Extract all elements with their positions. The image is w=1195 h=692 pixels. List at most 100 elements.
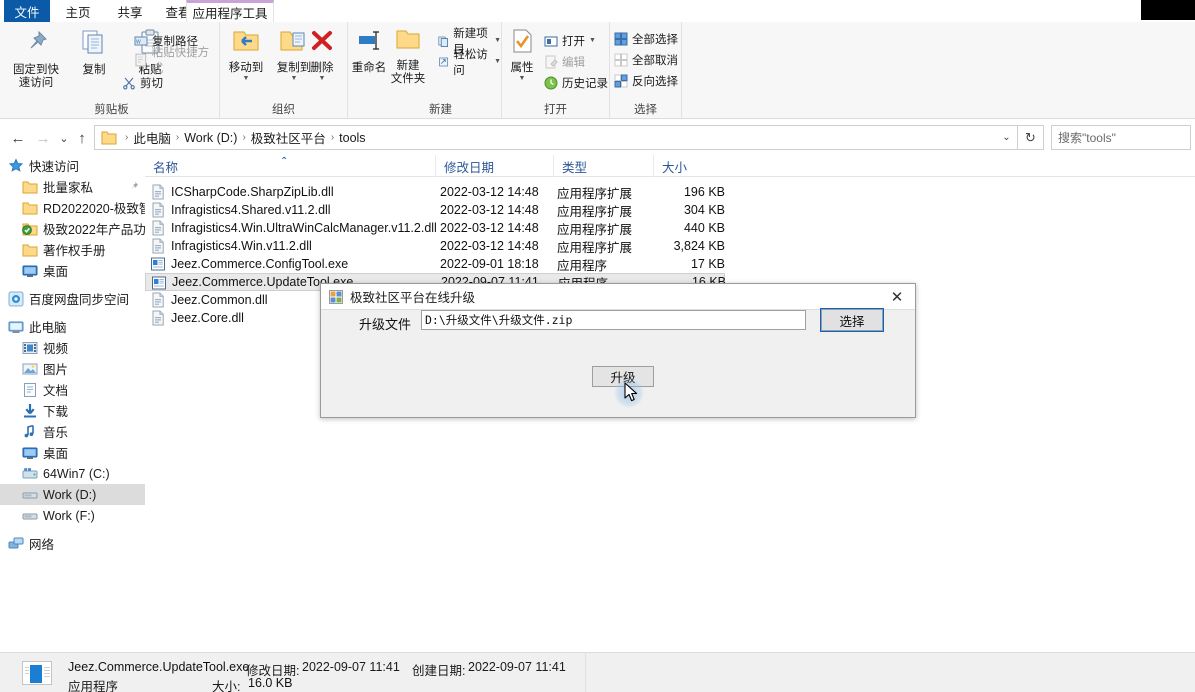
cell-size: 196 KB <box>683 185 725 199</box>
tab-share[interactable]: 共享 <box>106 0 154 22</box>
select-all-button[interactable]: 全部选择 <box>614 30 678 47</box>
status-bar: Jeez.Commerce.UpdateTool.exe 修改日期: 2022-… <box>0 652 1195 692</box>
breadcrumb-tools[interactable]: tools <box>336 131 368 145</box>
sidebar-item-9[interactable]: 图片 <box>0 358 145 379</box>
search-input[interactable]: 搜索"tools" <box>1058 129 1116 146</box>
invert-selection-button[interactable]: 反向选择 <box>614 72 678 89</box>
sidebar-item-5[interactable]: 桌面 <box>0 260 145 281</box>
upgrade-button[interactable]: 升级 <box>592 366 654 387</box>
sidebar-item-0[interactable]: 快速访问 <box>0 155 145 176</box>
desktop-icon <box>22 445 38 461</box>
select-none-label: 全部取消 <box>632 54 678 67</box>
refresh-button[interactable]: ↻ <box>1018 125 1044 150</box>
cell-modified-date: 2022-03-12 14:48 <box>440 239 539 253</box>
delete-button[interactable]: 删除 ▼ <box>300 28 344 82</box>
easy-access-label: 轻松访问 <box>453 48 488 77</box>
sidebar-item-10[interactable]: 文档 <box>0 379 145 400</box>
table-row[interactable]: Infragistics4.Shared.v11.2.dll 2022-03-12… <box>145 201 725 219</box>
ribbon-group-select-label: 选择 <box>634 104 657 116</box>
sidebar-item-16[interactable]: Work (F:) <box>0 505 145 526</box>
upgrade-dialog[interactable]: 极致社区平台在线升级 ✕ 升级文件 选择 升级 <box>320 283 916 418</box>
dialog-close-button[interactable]: ✕ <box>879 284 915 310</box>
status-file-name: Jeez.Commerce.UpdateTool.exe <box>68 660 250 674</box>
ribbon-group-new-label: 新建 <box>429 104 452 116</box>
column-header-size[interactable]: 大小 <box>653 155 731 177</box>
copy-button[interactable]: 复制 <box>66 28 122 77</box>
dll-icon <box>150 310 166 326</box>
rename-icon <box>355 28 383 59</box>
sidebar-item-8[interactable]: 视频 <box>0 337 145 358</box>
drive-icon <box>22 487 38 503</box>
sidebar-item-1[interactable]: 批量家私 <box>0 176 145 197</box>
column-header-type[interactable]: 类型 <box>553 155 653 177</box>
paste-shortcut-label: 粘贴快捷方式 <box>151 46 210 75</box>
sidebar-item-12[interactable]: 音乐 <box>0 421 145 442</box>
select-none-button[interactable]: 全部取消 <box>614 51 678 68</box>
easy-access-caret-icon[interactable]: ▼ <box>494 58 501 65</box>
pin-icon[interactable] <box>129 181 139 193</box>
cut-button[interactable]: 剪切 <box>122 74 163 91</box>
drive-icon <box>22 508 38 524</box>
sidebar-item-6[interactable]: 百度网盘同步空间 <box>0 288 145 309</box>
select-all-label: 全部选择 <box>632 33 678 46</box>
paste-shortcut-button[interactable]: 粘贴快捷方式 <box>134 47 219 75</box>
tab-home[interactable]: 主页 <box>52 0 104 22</box>
navigation-pane[interactable]: 快速访问批量家私RD2022020-极致智极致2022年产品功能著作权手册桌面百… <box>0 155 145 652</box>
breadcrumb-work-d[interactable]: Work (D:) <box>181 131 240 145</box>
address-bar[interactable]: › 此电脑 › Work (D:) › 极致社区平台 › tools <box>94 125 1014 150</box>
properties-button[interactable]: 属性 ▼ <box>502 28 542 82</box>
move-to-button[interactable]: 移动到 ▼ <box>222 28 270 82</box>
table-row[interactable]: Infragistics4.Win.v11.2.dll 2022-03-12 14… <box>145 237 725 255</box>
new-item-caret-icon[interactable]: ▼ <box>494 37 501 44</box>
delete-icon <box>308 28 336 59</box>
tab-file[interactable]: 文件 <box>4 0 50 22</box>
table-row[interactable]: ICSharpCode.SharpZipLib.dll 2022-03-12 14… <box>145 183 725 201</box>
column-header-date-label: 修改日期 <box>444 160 495 175</box>
pin-to-quick-access-button[interactable]: 固定到快 速访问 <box>8 28 64 90</box>
breadcrumb-this-pc[interactable]: 此电脑 <box>130 128 174 147</box>
sidebar-item-label: 视频 <box>43 342 69 356</box>
sidebar-item-4[interactable]: 著作权手册 <box>0 239 145 260</box>
history-button[interactable]: 历史记录 <box>544 74 608 91</box>
properties-caret-icon[interactable]: ▼ <box>519 75 526 82</box>
open-caret-icon[interactable]: ▼ <box>589 37 596 44</box>
sidebar-item-13[interactable]: 桌面 <box>0 442 145 463</box>
table-row[interactable]: Jeez.Commerce.ConfigTool.exe 2022-09-01 1… <box>145 255 725 273</box>
choose-file-button[interactable]: 选择 <box>820 308 884 332</box>
sidebar-item-3[interactable]: 极致2022年产品功能 <box>0 218 145 239</box>
delete-label: 删除 <box>310 62 334 74</box>
this-pc-icon <box>8 319 24 335</box>
copy-to-caret-icon[interactable]: ▼ <box>291 75 298 82</box>
table-row[interactable]: Infragistics4.Win.UltraWinCalcManager.v1… <box>145 219 725 237</box>
cell-name: Jeez.Common.dll <box>171 293 268 307</box>
edit-button[interactable]: 编辑 <box>544 53 585 70</box>
up-button[interactable]: ↑ <box>72 128 92 148</box>
move-to-caret-icon[interactable]: ▼ <box>243 75 250 82</box>
column-header-name[interactable]: 名称 ⌃ <box>145 155 435 177</box>
status-divider <box>585 653 586 692</box>
tab-application-tools[interactable]: 应用程序工具 <box>186 0 274 22</box>
new-folder-button[interactable]: 新建 文件夹 <box>382 28 434 86</box>
easy-access-button[interactable]: 轻松访问 ▼ <box>438 49 501 77</box>
sidebar-item-17[interactable]: 网络 <box>0 533 145 554</box>
sidebar-item-7[interactable]: 此电脑 <box>0 316 145 337</box>
cell-name: Jeez.Core.dll <box>171 311 244 325</box>
delete-caret-icon[interactable]: ▼ <box>319 75 326 82</box>
breadcrumb-platform[interactable]: 极致社区平台 <box>248 128 329 147</box>
sidebar-item-14[interactable]: 64Win7 (C:) <box>0 463 145 484</box>
dll-icon <box>150 238 166 254</box>
column-header-date[interactable]: 修改日期 <box>435 155 553 177</box>
address-dropdown-button[interactable]: ⌄ <box>996 125 1018 150</box>
sidebar-item-2[interactable]: RD2022020-极致智 <box>0 197 145 218</box>
sidebar-item-11[interactable]: 下载 <box>0 400 145 421</box>
open-button[interactable]: 打开 ▼ <box>544 32 596 49</box>
forward-button[interactable]: → <box>33 128 53 148</box>
back-button[interactable]: ← <box>8 128 28 148</box>
search-box[interactable]: 搜索"tools" <box>1051 125 1191 150</box>
easy-access-icon <box>439 57 449 66</box>
status-file-icon <box>22 661 52 685</box>
sidebar-item-15[interactable]: Work (D:) <box>0 484 145 505</box>
recent-locations-button[interactable]: ⌄ <box>54 128 74 148</box>
upgrade-file-input[interactable] <box>421 310 806 330</box>
